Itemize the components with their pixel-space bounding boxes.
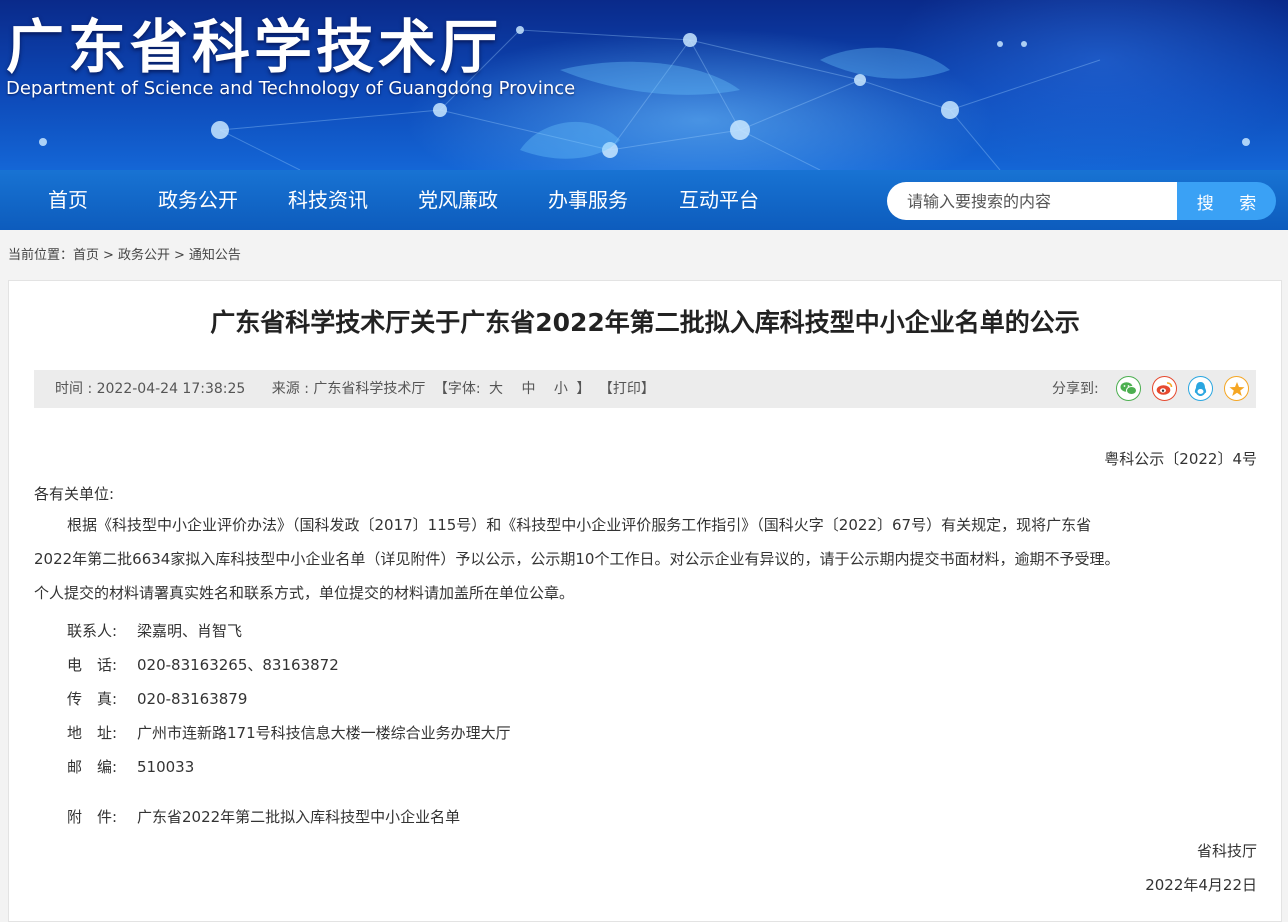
article-card: 广东省科学技术厅关于广东省2022年第二批拟入库科技型中小企业名单的公示 时间 …: [8, 280, 1282, 922]
body-line: 根据《科技型中小企业评价办法》（国科发政〔2017〕115号）和《科技型中小企业…: [67, 516, 1092, 534]
body-line: 2022年第二批6634家拟入库科技型中小企业名单（详见附件）予以公示，公示期1…: [34, 550, 1120, 568]
breadcrumb: 当前位置：首页 > 政务公开 > 通知公告: [8, 244, 241, 263]
attachment: 附 件: 广东省2022年第二批拟入库科技型中小企业名单: [67, 806, 460, 827]
contact-fax: 传 真: 020-83163879: [67, 688, 247, 709]
site-banner: 广东省科学技术厅 Department of Science and Techn…: [0, 0, 1288, 170]
favorite-star-icon[interactable]: [1224, 376, 1249, 401]
article-source: 来源 : 广东省科学技术厅: [271, 381, 426, 397]
breadcrumb-prefix: 当前位置：: [8, 248, 74, 263]
font-size-label: 【字体:: [433, 381, 481, 397]
search-box: 搜 索: [887, 182, 1277, 220]
breadcrumb-separator: >: [103, 248, 114, 263]
body-line: 个人提交的材料请署真实姓名和联系方式，单位提交的材料请加盖所在单位公章。: [34, 584, 575, 602]
attachment-label: 附 件:: [67, 808, 118, 826]
search-input[interactable]: [887, 182, 1177, 220]
article-title: 广东省科学技术厅关于广东省2022年第二批拟入库科技型中小企业名单的公示: [210, 308, 1080, 337]
site-subtitle: Department of Science and Technology of …: [6, 78, 576, 99]
site-title: 广东省科学技术厅: [6, 13, 503, 81]
contact-phone-value: 020-83163265、83163872: [137, 656, 339, 674]
contact-address-label: 地 址:: [67, 724, 118, 742]
contact-postcode: 邮 编: 510033: [67, 756, 194, 777]
font-size-close: 】: [576, 381, 591, 397]
wechat-icon[interactable]: [1116, 376, 1141, 401]
article-body: 根据《科技型中小企业评价办法》（国科发政〔2017〕115号）和《科技型中小企业…: [34, 508, 1256, 610]
weibo-icon[interactable]: [1152, 376, 1177, 401]
share-label: 分享到:: [1052, 381, 1099, 397]
contact-address-value: 广州市连新路171号科技信息大楼一楼综合业务办理大厅: [137, 724, 511, 742]
signature: 省科技厅: [1196, 842, 1257, 860]
article-meta: 时间 : 2022-04-24 17:38:25 来源 : 广东省科学技术厅 【…: [55, 370, 659, 408]
contact-person-label: 联系人:: [67, 622, 118, 640]
contact-fax-label: 传 真:: [67, 690, 118, 708]
font-size-small-link[interactable]: 小: [554, 381, 568, 397]
contact-phone: 电 话: 020-83163265、83163872: [67, 654, 339, 675]
salutation: 各有关单位:: [34, 485, 115, 503]
nav-item-government-affairs[interactable]: 政务公开: [158, 170, 238, 230]
document-number: 粤科公示〔2022〕4号: [1104, 450, 1257, 468]
contact-person: 联系人: 梁嘉明、肖智飞: [67, 620, 242, 641]
contact-person-value: 梁嘉明、肖智飞: [137, 622, 243, 640]
font-size-large-link[interactable]: 大: [489, 381, 503, 397]
contact-fax-value: 020-83163879: [137, 690, 248, 708]
article-meta-bar: 时间 : 2022-04-24 17:38:25 来源 : 广东省科学技术厅 【…: [34, 370, 1256, 408]
contact-address: 地 址: 广州市连新路171号科技信息大楼一楼综合业务办理大厅: [67, 722, 511, 743]
signature-date: 2022年4月22日: [1145, 876, 1257, 894]
qq-icon[interactable]: [1188, 376, 1213, 401]
font-size-medium-link[interactable]: 中: [521, 381, 535, 397]
contact-postcode-label: 邮 编:: [67, 758, 118, 776]
print-link[interactable]: 【打印】: [599, 381, 655, 397]
search-button[interactable]: 搜 索: [1177, 182, 1276, 220]
contact-phone-label: 电 话:: [67, 656, 118, 674]
nav-item-party-integrity[interactable]: 党风廉政: [418, 170, 498, 230]
publish-time: 时间 : 2022-04-24 17:38:25: [55, 381, 246, 397]
nav-item-services[interactable]: 办事服务: [548, 170, 628, 230]
breadcrumb-separator: >: [173, 248, 185, 263]
breadcrumb-notices[interactable]: 通知公告: [189, 248, 241, 263]
contact-postcode-value: 510033: [137, 758, 195, 776]
breadcrumb-government-affairs[interactable]: 政务公开: [118, 248, 170, 263]
nav-item-interaction[interactable]: 互动平台: [679, 170, 759, 230]
nav-item-tech-news[interactable]: 科技资讯: [288, 170, 368, 230]
breadcrumb-home[interactable]: 首页: [73, 248, 99, 263]
attachment-link[interactable]: 广东省2022年第二批拟入库科技型中小企业名单: [137, 808, 460, 826]
nav-item-home[interactable]: 首页: [48, 170, 88, 230]
